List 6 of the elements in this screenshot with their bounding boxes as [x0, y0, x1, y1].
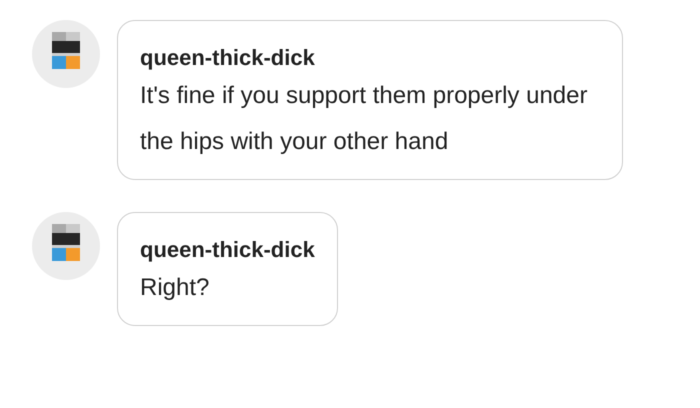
avatar-icon [32, 212, 100, 280]
reply-text: Right? [140, 273, 210, 303]
reply-text: It's fine if you support them properly under the hips with your other hand [140, 81, 588, 157]
username[interactable]: queen-thick-dick [140, 43, 600, 73]
avatar-icon [32, 20, 100, 88]
username[interactable]: queen-thick-dick [140, 235, 315, 265]
